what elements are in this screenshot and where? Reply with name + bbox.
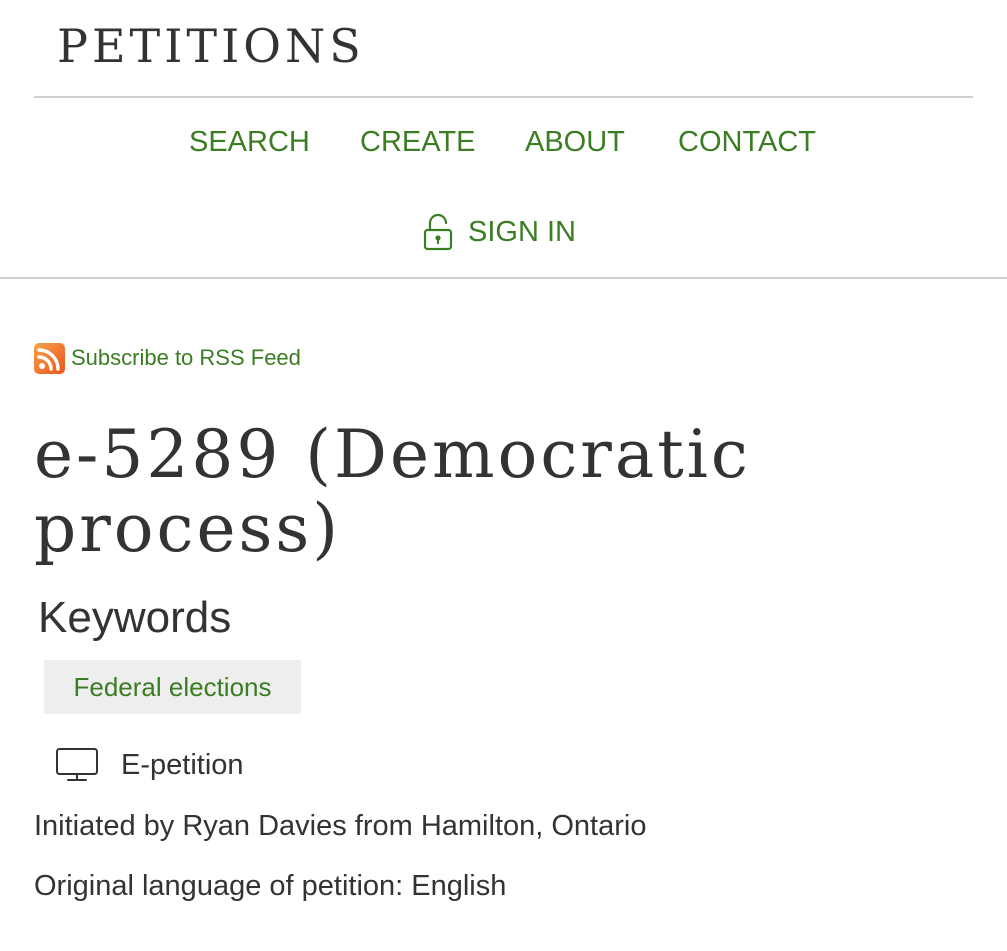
main-nav: SEARCH CREATE ABOUT CONTACT [0,122,1007,162]
petition-type: E-petition [55,744,244,786]
nav-create-link[interactable]: CREATE [360,122,475,162]
keyword-chip[interactable]: Federal elections [44,660,301,714]
keywords-heading: Keywords [38,593,232,642]
rss-subscribe-link[interactable]: Subscribe to RSS Feed [34,342,301,374]
sign-in-link[interactable]: SIGN IN [420,210,576,254]
nav-contact-link[interactable]: CONTACT [678,122,816,162]
sign-in-label: SIGN IN [468,215,576,248]
nav-search-link[interactable]: SEARCH [189,122,310,162]
original-language: Original language of petition: English [34,870,507,902]
nav-about-link[interactable]: ABOUT [525,122,625,162]
page-title: e-5289 (Democratic process) [34,416,751,567]
monitor-icon [55,747,121,783]
rss-label: Subscribe to RSS Feed [71,345,301,370]
site-title[interactable]: PETITIONS [57,18,365,74]
petition-type-label: E-petition [121,748,244,781]
title-divider [34,96,973,98]
unlock-icon [420,212,468,252]
rss-icon [34,342,71,374]
initiated-by: Initiated by Ryan Davies from Hamilton, … [34,810,647,842]
header-divider [0,277,1007,279]
